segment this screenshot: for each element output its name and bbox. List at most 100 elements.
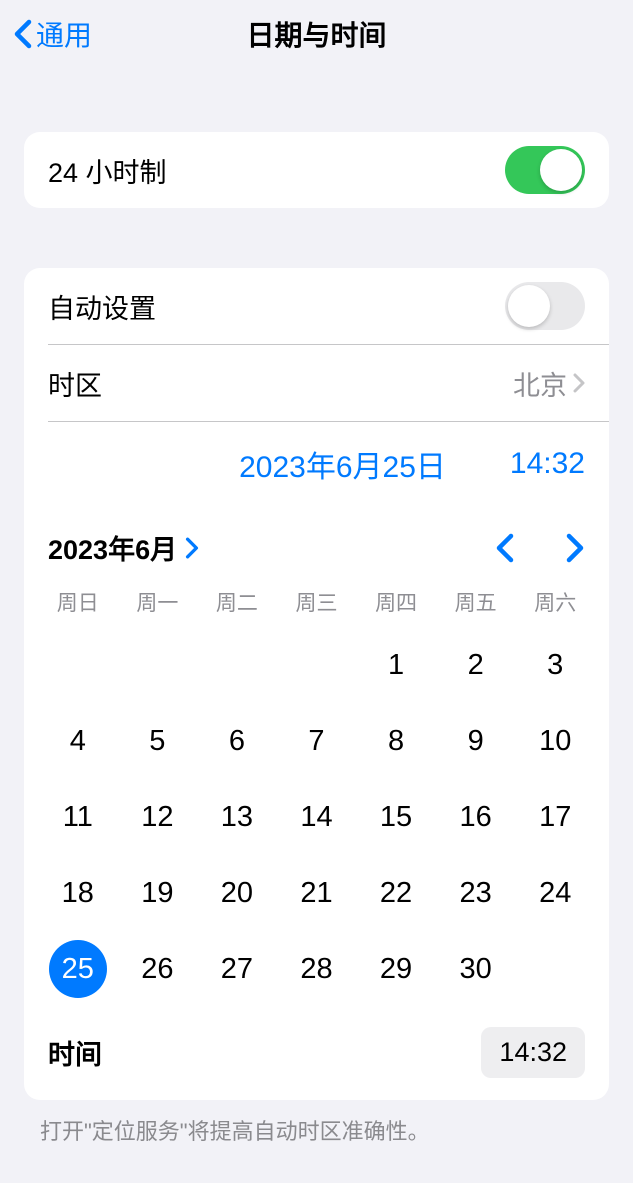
day-cell[interactable]: 15 [356, 779, 436, 855]
day-cell[interactable]: 3 [515, 627, 595, 703]
day-number: 27 [221, 953, 253, 986]
day-number: 6 [229, 725, 245, 758]
day-number: 25 [49, 940, 107, 998]
footer-note: 打开"定位服务"将提高自动时区准确性。 [40, 1114, 593, 1146]
day-number: 11 [63, 801, 93, 834]
back-button[interactable]: 通用 [0, 14, 92, 54]
day-number: 26 [141, 953, 173, 986]
timezone-row[interactable]: 时区 北京 [24, 345, 609, 421]
clock24-label: 24 小时制 [48, 151, 167, 190]
time-value-button[interactable]: 14:32 [481, 1027, 585, 1078]
day-empty [118, 627, 198, 703]
day-number: 15 [380, 801, 412, 834]
day-number: 18 [62, 877, 94, 910]
day-cell[interactable]: 30 [436, 931, 516, 1007]
month-picker[interactable]: 2023年6月 [48, 528, 199, 567]
chevron-right-icon [573, 373, 585, 393]
day-cell[interactable]: 9 [436, 703, 516, 779]
day-number: 21 [300, 877, 332, 910]
day-number: 8 [388, 725, 404, 758]
chevron-left-icon [14, 19, 32, 49]
day-cell[interactable]: 20 [197, 855, 277, 931]
day-cell[interactable]: 16 [436, 779, 516, 855]
day-number: 1 [388, 649, 404, 682]
day-empty [277, 627, 357, 703]
day-number: 7 [308, 725, 324, 758]
day-cell[interactable]: 19 [118, 855, 198, 931]
day-number: 13 [221, 801, 253, 834]
day-cell[interactable]: 10 [515, 703, 595, 779]
day-number: 28 [300, 953, 332, 986]
day-cell[interactable]: 11 [38, 779, 118, 855]
weekday-label: 周六 [515, 587, 595, 617]
day-cell[interactable]: 29 [356, 931, 436, 1007]
day-cell[interactable]: 12 [118, 779, 198, 855]
day-cell[interactable]: 14 [277, 779, 357, 855]
toggle-knob [540, 149, 582, 191]
day-cell[interactable]: 5 [118, 703, 198, 779]
day-number: 9 [468, 725, 484, 758]
clock24-toggle[interactable] [505, 146, 585, 194]
day-number: 20 [221, 877, 253, 910]
day-number: 22 [380, 877, 412, 910]
day-number: 19 [141, 877, 173, 910]
day-cell[interactable]: 24 [515, 855, 595, 931]
weekday-label: 周二 [197, 587, 277, 617]
weekday-label: 周三 [277, 587, 357, 617]
day-cell[interactable]: 28 [277, 931, 357, 1007]
chevron-right-icon [185, 537, 199, 559]
toggle-knob [508, 285, 550, 327]
day-number: 30 [460, 953, 492, 986]
day-number: 12 [141, 801, 173, 834]
timezone-label: 时区 [48, 364, 102, 403]
day-cell[interactable]: 26 [118, 931, 198, 1007]
time-label: 时间 [48, 1033, 102, 1072]
day-number: 5 [149, 725, 165, 758]
timezone-value: 北京 [513, 364, 567, 403]
day-grid: 1234567891011121314151617181920212223242… [24, 623, 609, 1015]
day-cell[interactable]: 23 [436, 855, 516, 931]
page-title: 日期与时间 [246, 14, 386, 54]
day-number: 3 [547, 649, 563, 682]
day-number: 16 [460, 801, 492, 834]
selected-datetime-row: 2023年6月25日 14:32 [24, 422, 609, 510]
day-number: 10 [539, 725, 571, 758]
weekday-label: 周五 [436, 587, 516, 617]
day-cell[interactable]: 4 [38, 703, 118, 779]
autoset-label: 自动设置 [48, 287, 156, 326]
date-button[interactable]: 2023年6月25日 [239, 442, 446, 486]
prev-month-button[interactable] [495, 533, 515, 563]
autoset-toggle[interactable] [505, 282, 585, 330]
weekday-label: 周日 [38, 587, 118, 617]
next-month-button[interactable] [565, 533, 585, 563]
day-number: 4 [70, 725, 86, 758]
day-empty [197, 627, 277, 703]
day-cell[interactable]: 1 [356, 627, 436, 703]
day-empty [38, 627, 118, 703]
day-number: 23 [460, 877, 492, 910]
day-cell[interactable]: 6 [197, 703, 277, 779]
day-number: 17 [539, 801, 571, 834]
day-cell[interactable]: 8 [356, 703, 436, 779]
day-number: 29 [380, 953, 412, 986]
day-cell[interactable]: 25 [38, 931, 118, 1007]
month-label: 2023年6月 [48, 528, 177, 567]
day-number: 2 [468, 649, 484, 682]
clock24-row: 24 小时制 [24, 132, 609, 208]
day-cell[interactable]: 17 [515, 779, 595, 855]
day-cell[interactable]: 22 [356, 855, 436, 931]
day-cell[interactable]: 2 [436, 627, 516, 703]
day-cell[interactable]: 27 [197, 931, 277, 1007]
time-button[interactable]: 14:32 [510, 447, 585, 481]
day-number: 14 [300, 801, 332, 834]
back-label: 通用 [36, 14, 92, 54]
day-number: 24 [539, 877, 571, 910]
weekday-label: 周四 [356, 587, 436, 617]
autoset-row: 自动设置 [24, 268, 609, 344]
weekday-header: 周日周一周二周三周四周五周六 [24, 579, 609, 623]
day-cell[interactable]: 18 [38, 855, 118, 931]
day-cell[interactable]: 13 [197, 779, 277, 855]
day-cell[interactable]: 7 [277, 703, 357, 779]
weekday-label: 周一 [118, 587, 198, 617]
day-cell[interactable]: 21 [277, 855, 357, 931]
